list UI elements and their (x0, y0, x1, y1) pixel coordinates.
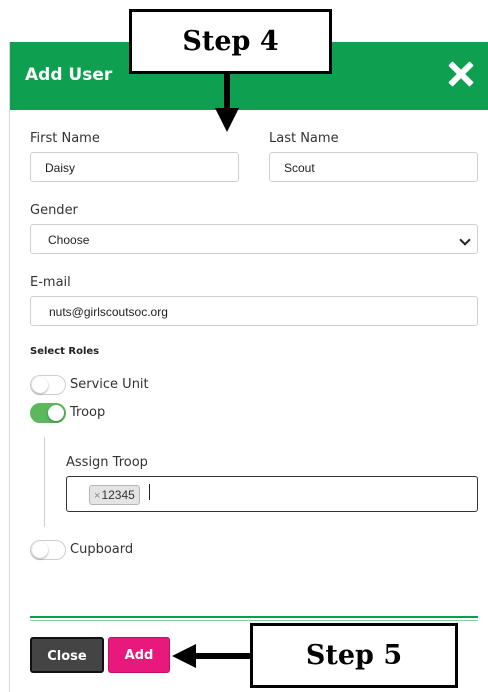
step-4-arrow (215, 74, 239, 132)
step-5-arrow (172, 644, 252, 668)
toggle-knob (32, 542, 48, 558)
close-icon[interactable] (447, 60, 475, 88)
troop-section-line (44, 437, 45, 527)
footer-divider-2 (30, 620, 478, 621)
service-unit-label: Service Unit (70, 377, 149, 392)
first-name-label: First Name (30, 131, 100, 146)
text-cursor (149, 484, 150, 500)
troop-toggle[interactable] (30, 403, 66, 423)
service-unit-toggle[interactable] (30, 375, 66, 395)
email-label: E-mail (30, 275, 71, 290)
gender-label: Gender (30, 203, 78, 218)
step-5-callout: Step 5 (250, 623, 458, 688)
assign-troop-label: Assign Troop (66, 455, 148, 470)
modal-title: Add User (25, 65, 113, 85)
first-name-input[interactable]: Daisy (30, 152, 239, 182)
select-roles-heading: Select Roles (30, 346, 100, 357)
add-user-modal: Add User First Name Daisy Last Name Scou… (9, 42, 488, 692)
toggle-knob (32, 377, 48, 393)
gender-select-value: Choose (48, 233, 90, 247)
step-4-callout: Step 4 (129, 9, 332, 74)
footer-divider (30, 616, 478, 618)
gender-select[interactable]: Choose (30, 224, 478, 254)
chip-remove-icon[interactable]: × (94, 490, 100, 502)
last-name-input[interactable]: Scout (269, 152, 478, 182)
chevron-down-icon (459, 234, 471, 246)
cupboard-label: Cupboard (70, 542, 134, 557)
troop-chip[interactable]: ×12345 (89, 485, 140, 505)
add-button[interactable]: Add (108, 637, 170, 673)
close-button[interactable]: Close (30, 637, 104, 673)
cupboard-toggle[interactable] (30, 540, 66, 560)
last-name-label: Last Name (269, 131, 339, 146)
assign-troop-input[interactable]: ×12345 (66, 476, 478, 512)
troop-label: Troop (70, 405, 106, 420)
toggle-knob (48, 405, 64, 421)
email-input[interactable]: nuts@girlscoutsoc.org (30, 296, 478, 326)
troop-chip-value: 12345 (101, 488, 135, 502)
